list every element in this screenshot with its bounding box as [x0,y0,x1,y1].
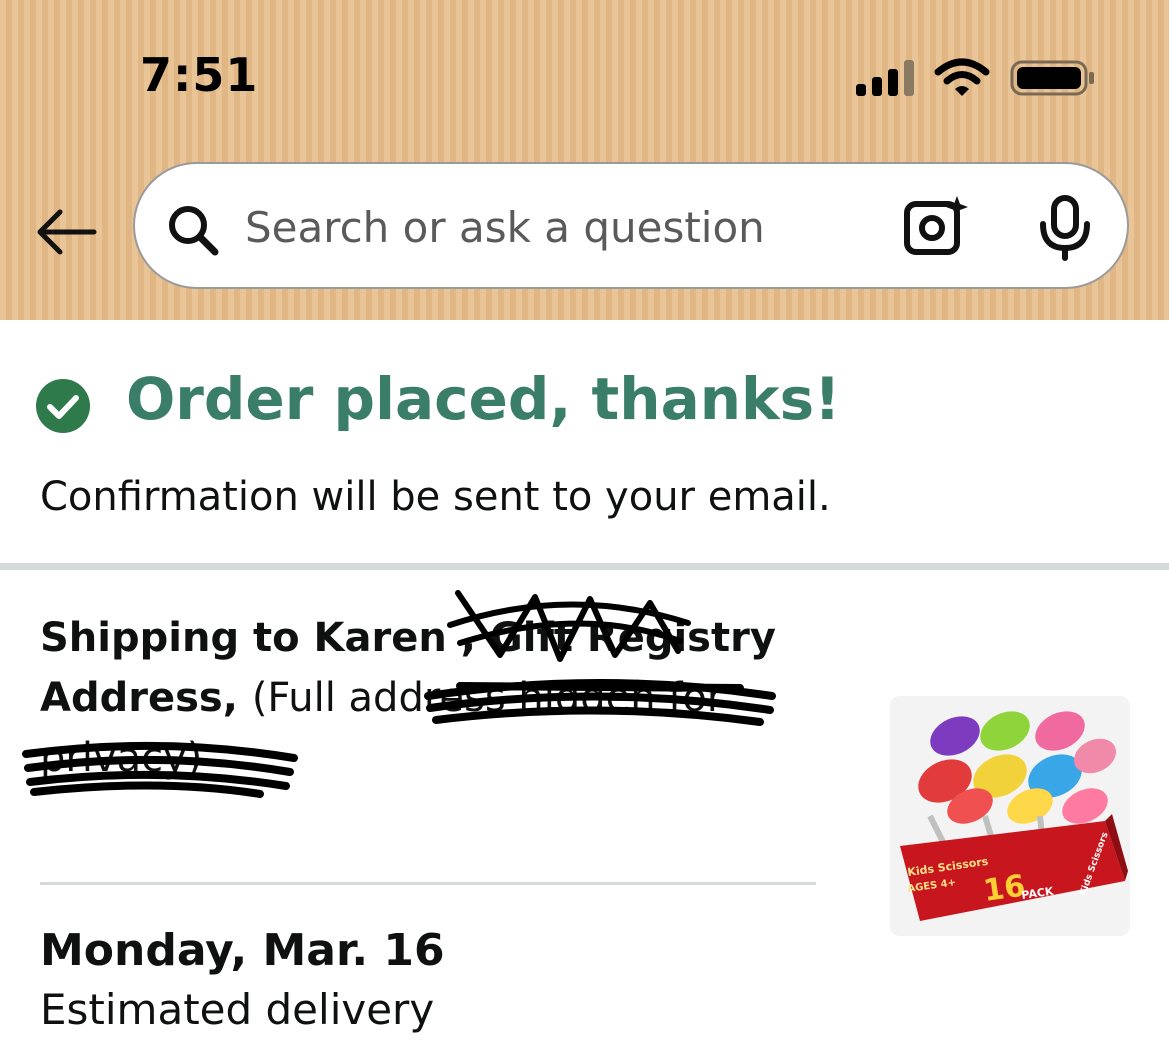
search-icon[interactable] [165,202,221,258]
microphone-icon[interactable] [1037,194,1093,262]
status-time: 7:51 [140,48,259,102]
camera-lens-icon[interactable] [903,194,971,258]
app-header: 7:51 [0,0,1169,320]
item-divider [40,882,816,885]
shipping-address[interactable]: Shipping to Karen , Gift Registry Addres… [40,608,840,788]
confirmation-message: Confirmation will be sent to your email. [40,474,831,520]
order-title: Order placed, thanks! [126,365,841,433]
shipping-lead: Shipping to Karen [40,615,461,661]
battery-icon [1010,60,1094,96]
back-arrow-icon[interactable] [30,205,100,259]
search-bar[interactable] [133,162,1129,289]
product-thumbnail[interactable]: Kids Scissors AGES 4+ 16 PACK Kids Sciss… [890,696,1130,936]
cellular-signal-icon [856,60,916,96]
section-divider [0,563,1169,570]
order-confirmation-header: Order placed, thanks! [34,365,934,445]
delivery-label: Estimated delivery [40,985,435,1034]
checkmark-circle-icon [36,379,90,433]
wifi-icon [934,58,990,96]
kids-scissors-product-image: Kids Scissors AGES 4+ 16 PACK Kids Sciss… [890,696,1130,936]
search-input[interactable] [245,198,885,256]
delivery-date: Monday, Mar. 16 [40,925,445,976]
